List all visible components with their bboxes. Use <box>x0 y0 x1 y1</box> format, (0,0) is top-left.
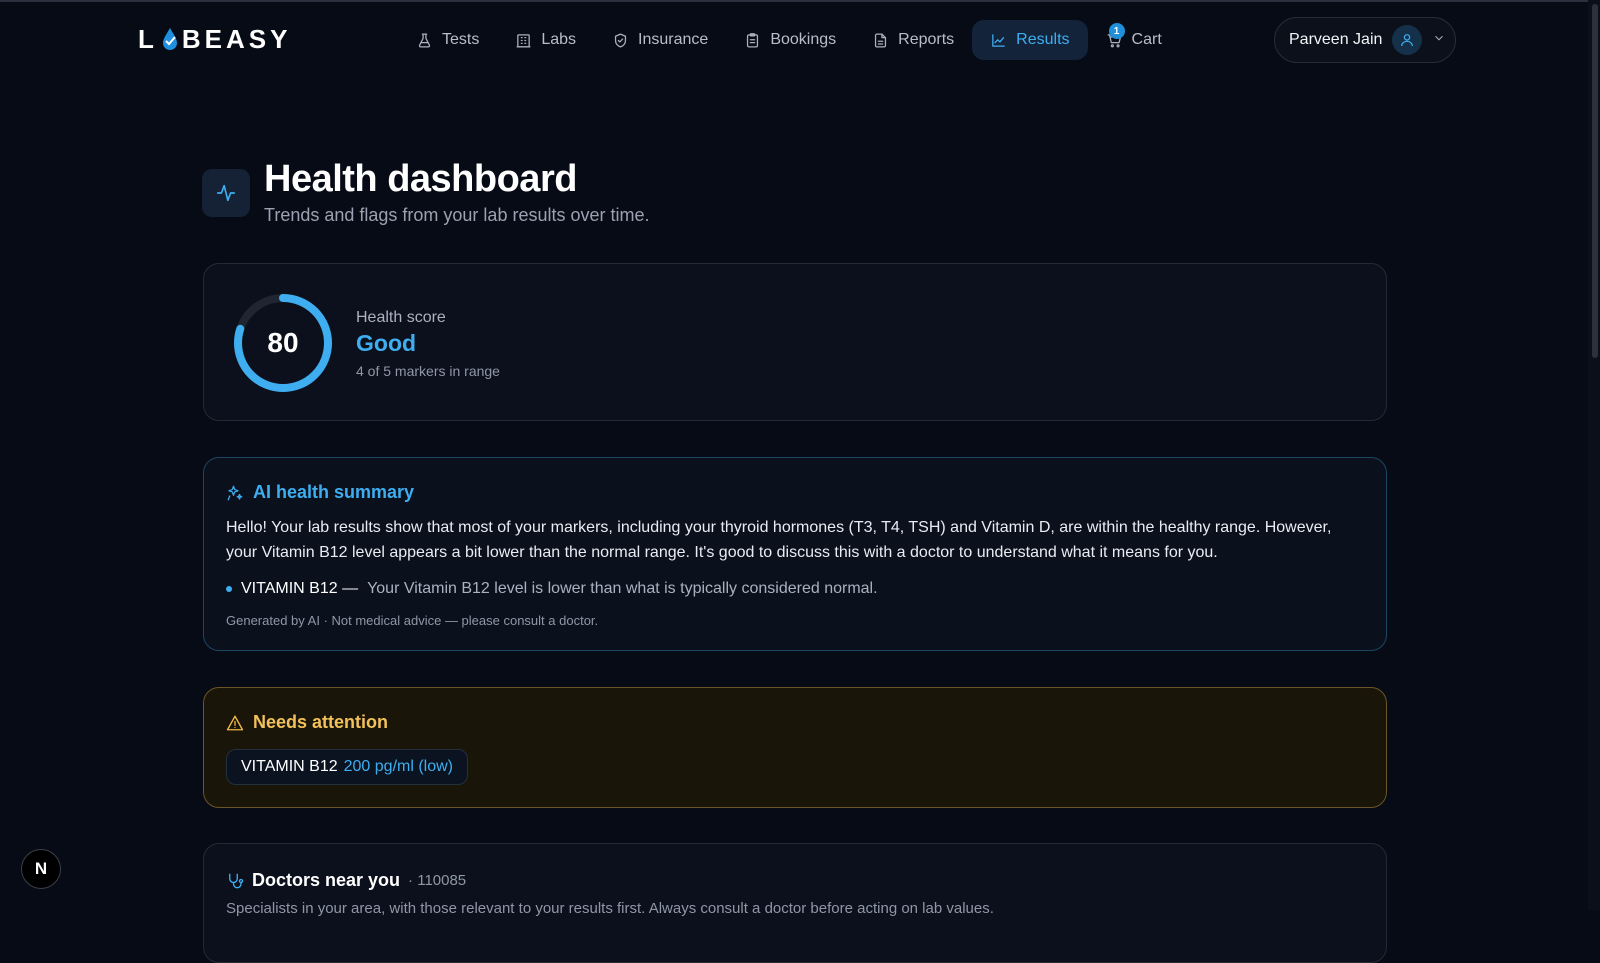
building-icon <box>516 33 531 48</box>
avatar <box>1392 25 1423 55</box>
sparkles-icon <box>227 485 243 500</box>
cart-count-badge: 1 <box>1108 23 1125 39</box>
ai-disclaimer: Generated by AI · Not medical advice — p… <box>226 613 599 628</box>
ai-summary-bullet: VITAMIN B12 — Your Vitamin B12 level is … <box>226 580 878 598</box>
page-subtitle: Trends and flags from your lab results o… <box>264 205 650 225</box>
needs-attention-header: Needs attention <box>226 712 388 733</box>
ai-summary-title: AI health summary <box>253 482 415 502</box>
flask-icon <box>418 32 431 48</box>
health-score-gauge: 80 <box>232 292 334 394</box>
ai-summary-card: AI health summary Hello! Your lab result… <box>203 457 1387 651</box>
nav-item-label: Cart <box>1131 31 1162 48</box>
nav-item-reports[interactable]: Reports <box>854 20 972 60</box>
nav-item-label: Bookings <box>770 31 837 48</box>
logo-drop-icon <box>160 26 180 52</box>
activity-icon <box>202 169 250 217</box>
user-name: Parveen Jain <box>1289 31 1383 48</box>
nav-item-insurance[interactable]: Insurance <box>594 20 726 60</box>
doctors-subtitle: Specialists in your area, with those rel… <box>226 900 994 917</box>
logo[interactable]: L BEASY <box>138 24 291 54</box>
nav-item-label: Reports <box>898 31 955 48</box>
health-score-rating: Good <box>356 330 417 356</box>
doctors-title: Doctors near you <box>252 870 401 890</box>
ai-summary-header: AI health summary <box>226 482 414 503</box>
nav-item-label: Tests <box>442 31 480 48</box>
nav-item-cart[interactable]: 1 Cart <box>1088 20 1180 60</box>
clipboard-icon <box>747 32 759 48</box>
chevron-down-icon <box>1432 31 1446 50</box>
scrollbar[interactable] <box>1588 0 1600 910</box>
scrollbar-thumb[interactable] <box>1592 4 1598 358</box>
needs-attention-card: Needs attention VITAMIN B12 200 pg/ml (l… <box>203 687 1387 808</box>
stethoscope-icon <box>229 873 244 888</box>
top-nav: L BEASY Tests Labs Insurance Bookings Re… <box>0 0 1588 84</box>
bullet-marker: VITAMIN B12 — <box>241 580 359 597</box>
nav-item-label: Results <box>1016 31 1070 48</box>
marker-value: 200 pg/ml (low) <box>343 758 453 775</box>
nav-menu: Tests Labs Insurance Bookings Reports Re… <box>398 20 1180 60</box>
nav-item-bookings[interactable]: Bookings <box>726 20 854 60</box>
ai-summary-text: Hello! Your lab results show that most o… <box>226 519 1332 561</box>
chart-line-icon <box>992 33 1005 47</box>
bullet-text: Your Vitamin B12 level is lower than wha… <box>367 580 878 597</box>
flagged-marker-chip[interactable]: VITAMIN B12 200 pg/ml (low) <box>226 749 468 785</box>
health-score-label: Health score <box>356 309 446 326</box>
doctors-pincode: · 110085 <box>408 872 467 889</box>
nav-item-labs[interactable]: Labs <box>497 20 594 60</box>
doctors-header: Doctors near you · 110085 <box>226 870 466 891</box>
doctors-card: Doctors near you · 110085 Specialists in… <box>203 843 1387 963</box>
user-menu-button[interactable]: Parveen Jain <box>1274 17 1456 63</box>
marker-name: VITAMIN B12 <box>241 758 338 775</box>
health-score-detail: 4 of 5 markers in range <box>356 363 500 379</box>
user-icon <box>1401 34 1414 47</box>
nav-item-tests[interactable]: Tests <box>398 20 497 60</box>
nav-item-results[interactable]: Results <box>972 20 1088 60</box>
bullet-dot <box>226 586 232 592</box>
warning-icon <box>226 715 244 730</box>
page-title: Health dashboard <box>264 158 577 200</box>
shield-icon <box>614 32 627 48</box>
nav-item-label: Labs <box>541 31 577 48</box>
document-icon <box>875 32 887 48</box>
health-score-value: 80 <box>267 327 299 358</box>
health-score-card: 80 Health score Good 4 of 5 markers in r… <box>203 263 1387 421</box>
dev-tools-button[interactable]: N <box>21 849 61 889</box>
needs-attention-title: Needs attention <box>253 712 389 732</box>
nav-item-label: Insurance <box>638 31 709 48</box>
